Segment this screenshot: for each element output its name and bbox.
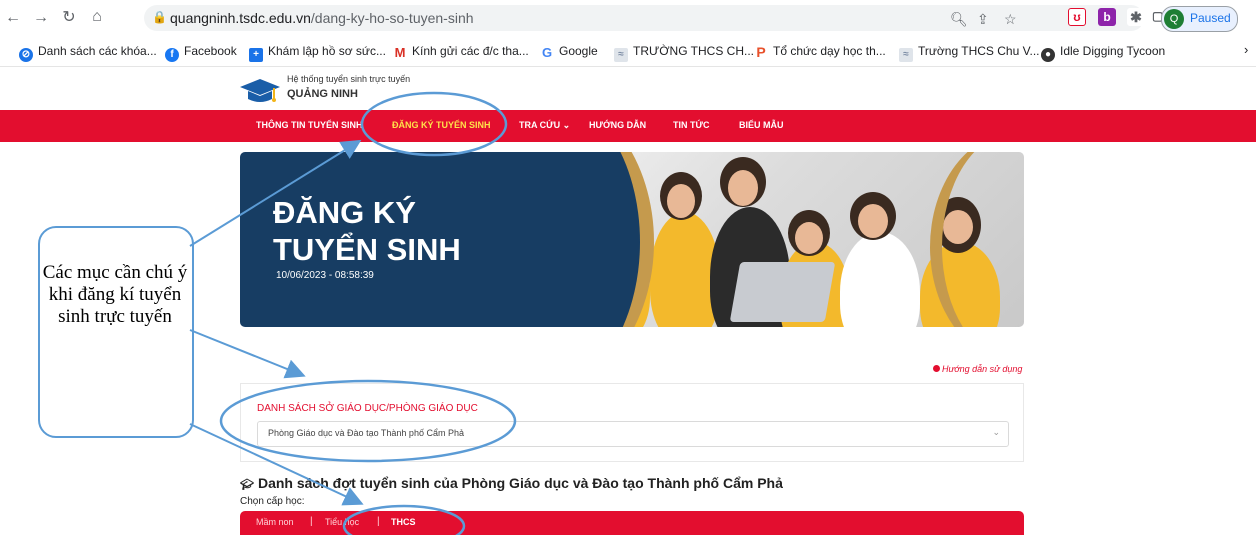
p-icon: P <box>754 45 768 59</box>
site-subtitle: Hệ thống tuyển sinh trực tuyến <box>287 74 411 84</box>
department-select[interactable]: Phòng Giáo dục và Đào tạo Thành phố Cẩm … <box>257 421 1009 447</box>
home-icon[interactable]: ⌂ <box>88 8 106 26</box>
extension-red-icon[interactable]: ʊ <box>1068 8 1086 26</box>
annotation-callout-text: Các mục cần chú ý khi đăng kí tuyển sinh… <box>42 262 188 327</box>
department-selected-value: Phòng Giáo dục và Đào tạo Thành phố Cẩm … <box>268 428 464 438</box>
level-label: Chọn cấp học: <box>240 496 305 507</box>
extension-b-icon[interactable]: b <box>1098 8 1116 26</box>
nav-tin-tuc[interactable]: TIN TỨC <box>673 120 709 130</box>
tab-separator: | <box>310 516 313 527</box>
rounds-title: 🎓︎ Danh sách đợt tuyển sinh của Phòng Giá… <box>240 475 783 491</box>
banner-title-line1: ĐĂNG KÝ <box>273 195 416 230</box>
back-arrow-icon[interactable]: ← <box>4 9 22 27</box>
bookmark-globe-icon: ⊘ <box>19 48 33 62</box>
nav-bieu-mau[interactable]: BIỂU MẪU <box>739 120 784 130</box>
nav-huong-dan[interactable]: HƯỚNG DẪN <box>589 120 646 130</box>
bookmarks-more-chevron-icon[interactable]: › <box>1244 42 1248 57</box>
arrow-to-department <box>189 329 306 379</box>
bookmark-item[interactable]: M Kính gửi các đ/c tha... <box>393 44 529 60</box>
bookmark-label: Idle Digging Tycoon <box>1060 44 1166 58</box>
bookmark-item[interactable]: P Tổ chức dạy học th... <box>754 44 886 59</box>
school-icon: ≈ <box>614 48 628 62</box>
forward-arrow-icon[interactable]: → <box>32 9 50 27</box>
url-path: /dang-ky-ho-so-tuyen-sinh <box>310 10 474 26</box>
help-dot-icon <box>933 365 940 372</box>
avatar: Q <box>1164 9 1184 29</box>
hero-banner: ĐĂNG KÝ TUYỂN SINH 10/06/2023 - 08:58:39 <box>240 152 1024 327</box>
nav-thong-tin-tuyen-sinh[interactable]: THÔNG TIN TUYỂN SINH <box>256 120 363 130</box>
tab-separator: | <box>377 516 380 527</box>
google-icon: G <box>540 45 554 60</box>
gmail-icon: M <box>393 45 407 60</box>
graduation-cap-logo-icon <box>240 79 280 102</box>
address-bar[interactable]: 🔒 quangninh.tsdc.edu.vn/dang-ky-ho-so-tu… <box>144 5 1144 31</box>
nav-dang-ky-tuyen-sinh[interactable]: ĐĂNG KÝ TUYỂN SINH <box>392 120 491 130</box>
bookmark-item[interactable]: ● Idle Digging Tycoon <box>1041 44 1165 62</box>
chevron-down-icon: ⌄ <box>992 427 1000 437</box>
help-link-label: Hướng dẫn sử dụng <box>942 364 1023 374</box>
bookmark-label: Kính gửi các đ/c tha... <box>412 44 529 58</box>
site-name[interactable]: QUẢNG NINH <box>287 88 358 100</box>
bookmark-label: Danh sách các khóa... <box>38 44 157 58</box>
star-icon[interactable]: ☆ <box>1004 11 1017 28</box>
tab-thcs[interactable]: THCS <box>391 517 416 527</box>
bookmark-label: Tổ chức dạy học th... <box>773 44 886 58</box>
url-host: quangninh.tsdc.edu.vn <box>170 10 311 26</box>
bookmark-label: Khám lập hồ sơ sức... <box>268 44 386 58</box>
annotation-callout <box>38 226 194 438</box>
tab-tieu-hoc[interactable]: Tiểu học <box>325 517 359 527</box>
facebook-icon: f <box>165 48 179 62</box>
nav-tra-cuu[interactable]: TRA CỨU ⌄ <box>519 120 570 131</box>
tab-mam-non[interactable]: Mầm non <box>256 517 294 527</box>
banner-datetime: 10/06/2023 - 08:58:39 <box>276 270 374 281</box>
bookmark-item[interactable]: + Khám lập hồ sơ sức... <box>249 44 386 62</box>
bookmark-label: TRƯỜNG THCS CH... <box>633 44 754 58</box>
bookmark-item[interactable]: ≈ TRƯỜNG THCS CH... <box>614 44 754 62</box>
lock-icon: 🔒 <box>152 10 167 24</box>
plus-square-icon: + <box>249 48 263 62</box>
bookmark-item[interactable]: f Facebook <box>165 44 237 62</box>
zoom-icon[interactable]: 🔍︎ <box>950 11 968 28</box>
bookmark-item[interactable]: G Google <box>540 44 598 60</box>
banner-title-line2: TUYỂN SINH <box>273 232 461 267</box>
game-icon: ● <box>1041 48 1055 62</box>
bookmark-label: Facebook <box>184 44 237 58</box>
puzzle-icon[interactable]: ✱ <box>1127 8 1145 26</box>
bookmark-item[interactable]: ⊘ Danh sách các khóa... <box>19 44 157 62</box>
bookmark-label: Trường THCS Chu V... <box>918 44 1040 58</box>
graduation-cap-icon: 🎓︎ <box>240 479 254 491</box>
rounds-title-text: Danh sách đợt tuyển sinh của Phòng Giáo … <box>257 475 783 491</box>
url-text: quangninh.tsdc.edu.vn/dang-ky-ho-so-tuye… <box>170 10 474 26</box>
share-icon[interactable]: ⇪ <box>977 11 989 28</box>
profile-paused-button[interactable]: Q Paused <box>1161 6 1238 32</box>
profile-status: Paused <box>1190 11 1231 25</box>
reload-icon[interactable]: ↻ <box>60 9 78 27</box>
school-icon: ≈ <box>899 48 913 62</box>
help-link[interactable]: Hướng dẫn sử dụng <box>933 364 1022 374</box>
department-title: DANH SÁCH SỞ GIÁO DỤC/PHÒNG GIÁO DỤC <box>257 403 478 414</box>
bookmark-item[interactable]: ≈ Trường THCS Chu V... <box>899 44 1040 62</box>
bookmark-label: Google <box>559 44 598 58</box>
